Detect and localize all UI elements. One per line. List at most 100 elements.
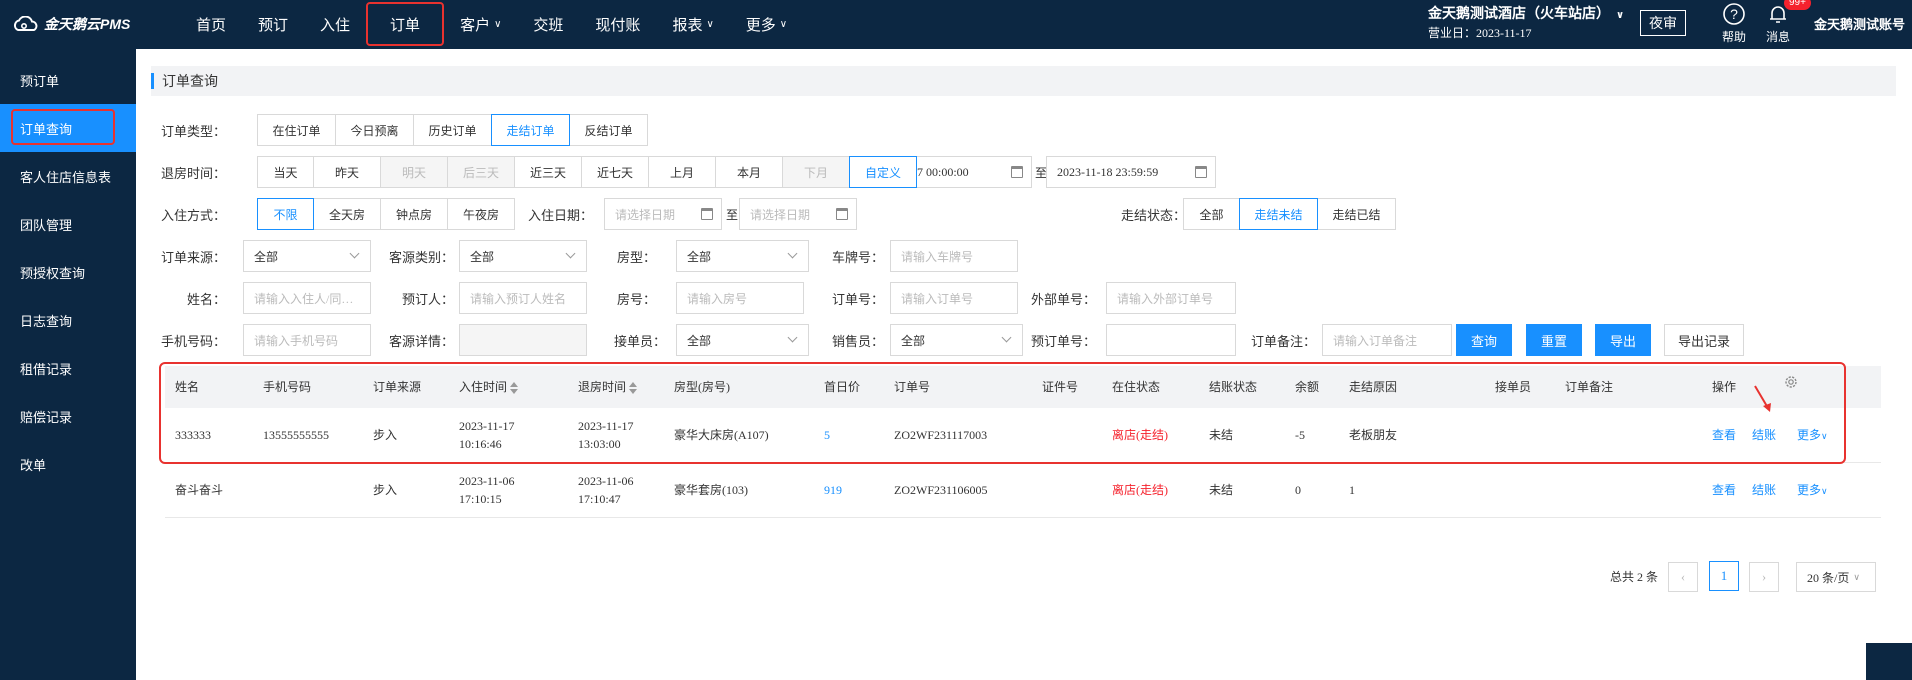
checkin-mode-any[interactable]: 不限 <box>257 198 314 230</box>
settle-link[interactable]: 结账 <box>1752 481 1776 499</box>
sidebar-item-compensation-records[interactable]: 赔偿记录 <box>0 392 136 440</box>
nav-more[interactable]: 更多 ∨ <box>730 0 803 49</box>
hotel-name: 金天鹅测试酒店（火车站店） <box>1428 7 1610 22</box>
checkout-this-month[interactable]: 本月 <box>715 156 783 188</box>
nav-shift[interactable]: 交班 <box>517 0 579 49</box>
order-type-in-house[interactable]: 在住订单 <box>257 114 336 146</box>
checkin-mode-full-day[interactable]: 全天房 <box>313 198 381 230</box>
floating-action-button[interactable] <box>1866 643 1912 680</box>
checkout-last-3-days[interactable]: 近三天 <box>514 156 582 188</box>
checkin-mode-midnight[interactable]: 午夜房 <box>447 198 515 230</box>
cell-checkin-date: 2023-11-06 <box>459 474 515 488</box>
settle-status-segmented: 全部 走结未结 走结已结 <box>1183 198 1396 230</box>
sidebar-item-modify-order[interactable]: 改单 <box>0 440 136 488</box>
sidebar-item-group-management[interactable]: 团队管理 <box>0 200 136 248</box>
settle-status-all[interactable]: 全部 <box>1183 198 1240 230</box>
export-button[interactable]: 导出 <box>1595 324 1651 356</box>
checkout-time-segmented: 当天 昨天 明天 后三天 近三天 近七天 上月 本月 下月 自定义 <box>257 156 917 188</box>
help-button[interactable]: ? 帮助 <box>1714 2 1754 45</box>
settle-status-settled[interactable]: 走结已结 <box>1317 198 1396 230</box>
search-button[interactable]: 查询 <box>1456 324 1512 356</box>
chevron-down-icon: ∨ <box>1616 10 1625 21</box>
checkout-last-month[interactable]: 上月 <box>648 156 716 188</box>
nav-booking[interactable]: 预订 <box>242 0 304 49</box>
sidebar-item-log-query[interactable]: 日志查询 <box>0 296 136 344</box>
checkout-tomorrow[interactable]: 明天 <box>380 156 448 188</box>
checkout-last-7-days[interactable]: 近七天 <box>581 156 649 188</box>
source-detail-input[interactable] <box>459 324 587 356</box>
receiver-select[interactable]: 全部 <box>676 324 809 356</box>
cell-checkout-date: 2023-11-06 <box>578 474 634 488</box>
view-link[interactable]: 查看 <box>1712 481 1736 499</box>
remark-label: 订单备注： <box>1250 334 1316 349</box>
reserve-no-input[interactable] <box>1106 324 1236 356</box>
plate-placeholder: 请输入车牌号 <box>901 249 974 264</box>
nav-label: 订单 <box>390 17 421 34</box>
business-date: 营业日：2023-11-17 <box>1428 26 1532 40</box>
sidebar-item-rental-records[interactable]: 租借记录 <box>0 344 136 392</box>
booker-input[interactable]: 请输入预订人姓名 <box>459 282 587 314</box>
order-type-history[interactable]: 历史订单 <box>413 114 492 146</box>
checkout-yesterday[interactable]: 昨天 <box>313 156 381 188</box>
messages-button[interactable]: 99+ 消息 <box>1758 0 1811 45</box>
checkout-custom[interactable]: 自定义 <box>849 156 917 188</box>
receiver-value: 全部 <box>687 333 712 348</box>
order-type-walk-settle[interactable]: 走结订单 <box>491 114 570 146</box>
cell-price[interactable]: 919 <box>824 481 842 499</box>
order-type-label: 订单类型： <box>160 124 226 139</box>
nav-reports[interactable]: 报表 ∨ <box>656 0 729 49</box>
checkin-date-start-input[interactable]: 请选择日期 <box>604 198 722 230</box>
order-source-select[interactable]: 全部 <box>243 240 371 272</box>
account-menu[interactable]: 金天鹅测试账号 <box>1814 14 1905 33</box>
sidebar-item-order-query[interactable]: 订单查询 <box>0 104 136 152</box>
order-no-input[interactable]: 请输入订单号 <box>890 282 1018 314</box>
hotel-selector[interactable]: 金天鹅测试酒店（火车站店） ∨ <box>1428 3 1624 23</box>
order-source-value: 全部 <box>254 249 279 264</box>
page-size-select[interactable]: 20 条/页 ∨ <box>1796 562 1876 592</box>
order-type-today-departure[interactable]: 今日预离 <box>335 114 414 146</box>
checkin-date-end-input[interactable]: 请选择日期 <box>739 198 857 230</box>
app-logo[interactable]: 金天鹅云PMS <box>12 13 130 35</box>
nav-label: 入住 <box>320 18 351 34</box>
prev-page-button[interactable]: ‹ <box>1668 562 1698 592</box>
checkout-next-month[interactable]: 下月 <box>782 156 850 188</box>
room-type-select[interactable]: 全部 <box>676 240 809 272</box>
nav-label: 客户 <box>460 18 491 34</box>
phone-placeholder: 请输入手机号码 <box>254 333 339 348</box>
room-no-input[interactable]: 请输入房号 <box>676 282 804 314</box>
nav-home[interactable]: 首页 <box>180 0 242 49</box>
sidebar-item-label: 租借记录 <box>20 361 73 377</box>
settle-status-unsettled[interactable]: 走结未结 <box>1239 198 1318 230</box>
plate-input[interactable]: 请输入车牌号 <box>890 240 1018 272</box>
nav-customers[interactable]: 客户 ∨ <box>444 0 517 49</box>
order-type-reverse-settle[interactable]: 反结订单 <box>569 114 648 146</box>
room-type-value: 全部 <box>687 249 712 264</box>
nav-checkin[interactable]: 入住 <box>304 0 366 49</box>
help-label: 帮助 <box>1721 30 1746 44</box>
sidebar-item-guest-stay-info[interactable]: 客人住店信息表 <box>0 152 136 200</box>
pagination-total: 总共 2 条 <box>1610 570 1659 584</box>
external-no-input[interactable]: 请输入外部订单号 <box>1106 282 1236 314</box>
page-1-button[interactable]: 1 <box>1709 561 1739 591</box>
name-input[interactable]: 请输入入住人/同… <box>243 282 371 314</box>
guest-source-select[interactable]: 全部 <box>459 240 587 272</box>
night-audit-button[interactable]: 夜审 <box>1640 10 1686 36</box>
checkout-next-3-days[interactable]: 后三天 <box>447 156 515 188</box>
nav-orders[interactable]: 订单 <box>366 2 445 46</box>
phone-input[interactable]: 请输入手机号码 <box>243 324 371 356</box>
checkout-today[interactable]: 当天 <box>257 156 314 188</box>
more-link[interactable]: 更多∨ <box>1797 481 1828 500</box>
sidebar-item-booking-orders[interactable]: 预订单 <box>0 56 136 104</box>
remark-input[interactable]: 请输入订单备注 <box>1322 324 1452 356</box>
seller-select[interactable]: 全部 <box>890 324 1023 356</box>
nav-cash-account[interactable]: 现付账 <box>579 0 656 49</box>
checkout-end-input[interactable]: 2023-11-18 23:59:59 <box>1046 156 1216 188</box>
table-row[interactable]: 奋斗奋斗 步入 2023-11-06 17:10:15 2023-11-06 1… <box>165 463 1881 518</box>
sidebar-item-preauth-query[interactable]: 预授权查询 <box>0 248 136 296</box>
cell-order-no: ZO2WF231106005 <box>894 483 988 497</box>
reset-button[interactable]: 重置 <box>1526 324 1582 356</box>
export-log-button[interactable]: 导出记录 <box>1664 324 1744 356</box>
next-page-button[interactable]: › <box>1749 562 1779 592</box>
checkin-mode-hourly[interactable]: 钟点房 <box>380 198 448 230</box>
source-detail-label: 客源详情： <box>388 334 454 349</box>
